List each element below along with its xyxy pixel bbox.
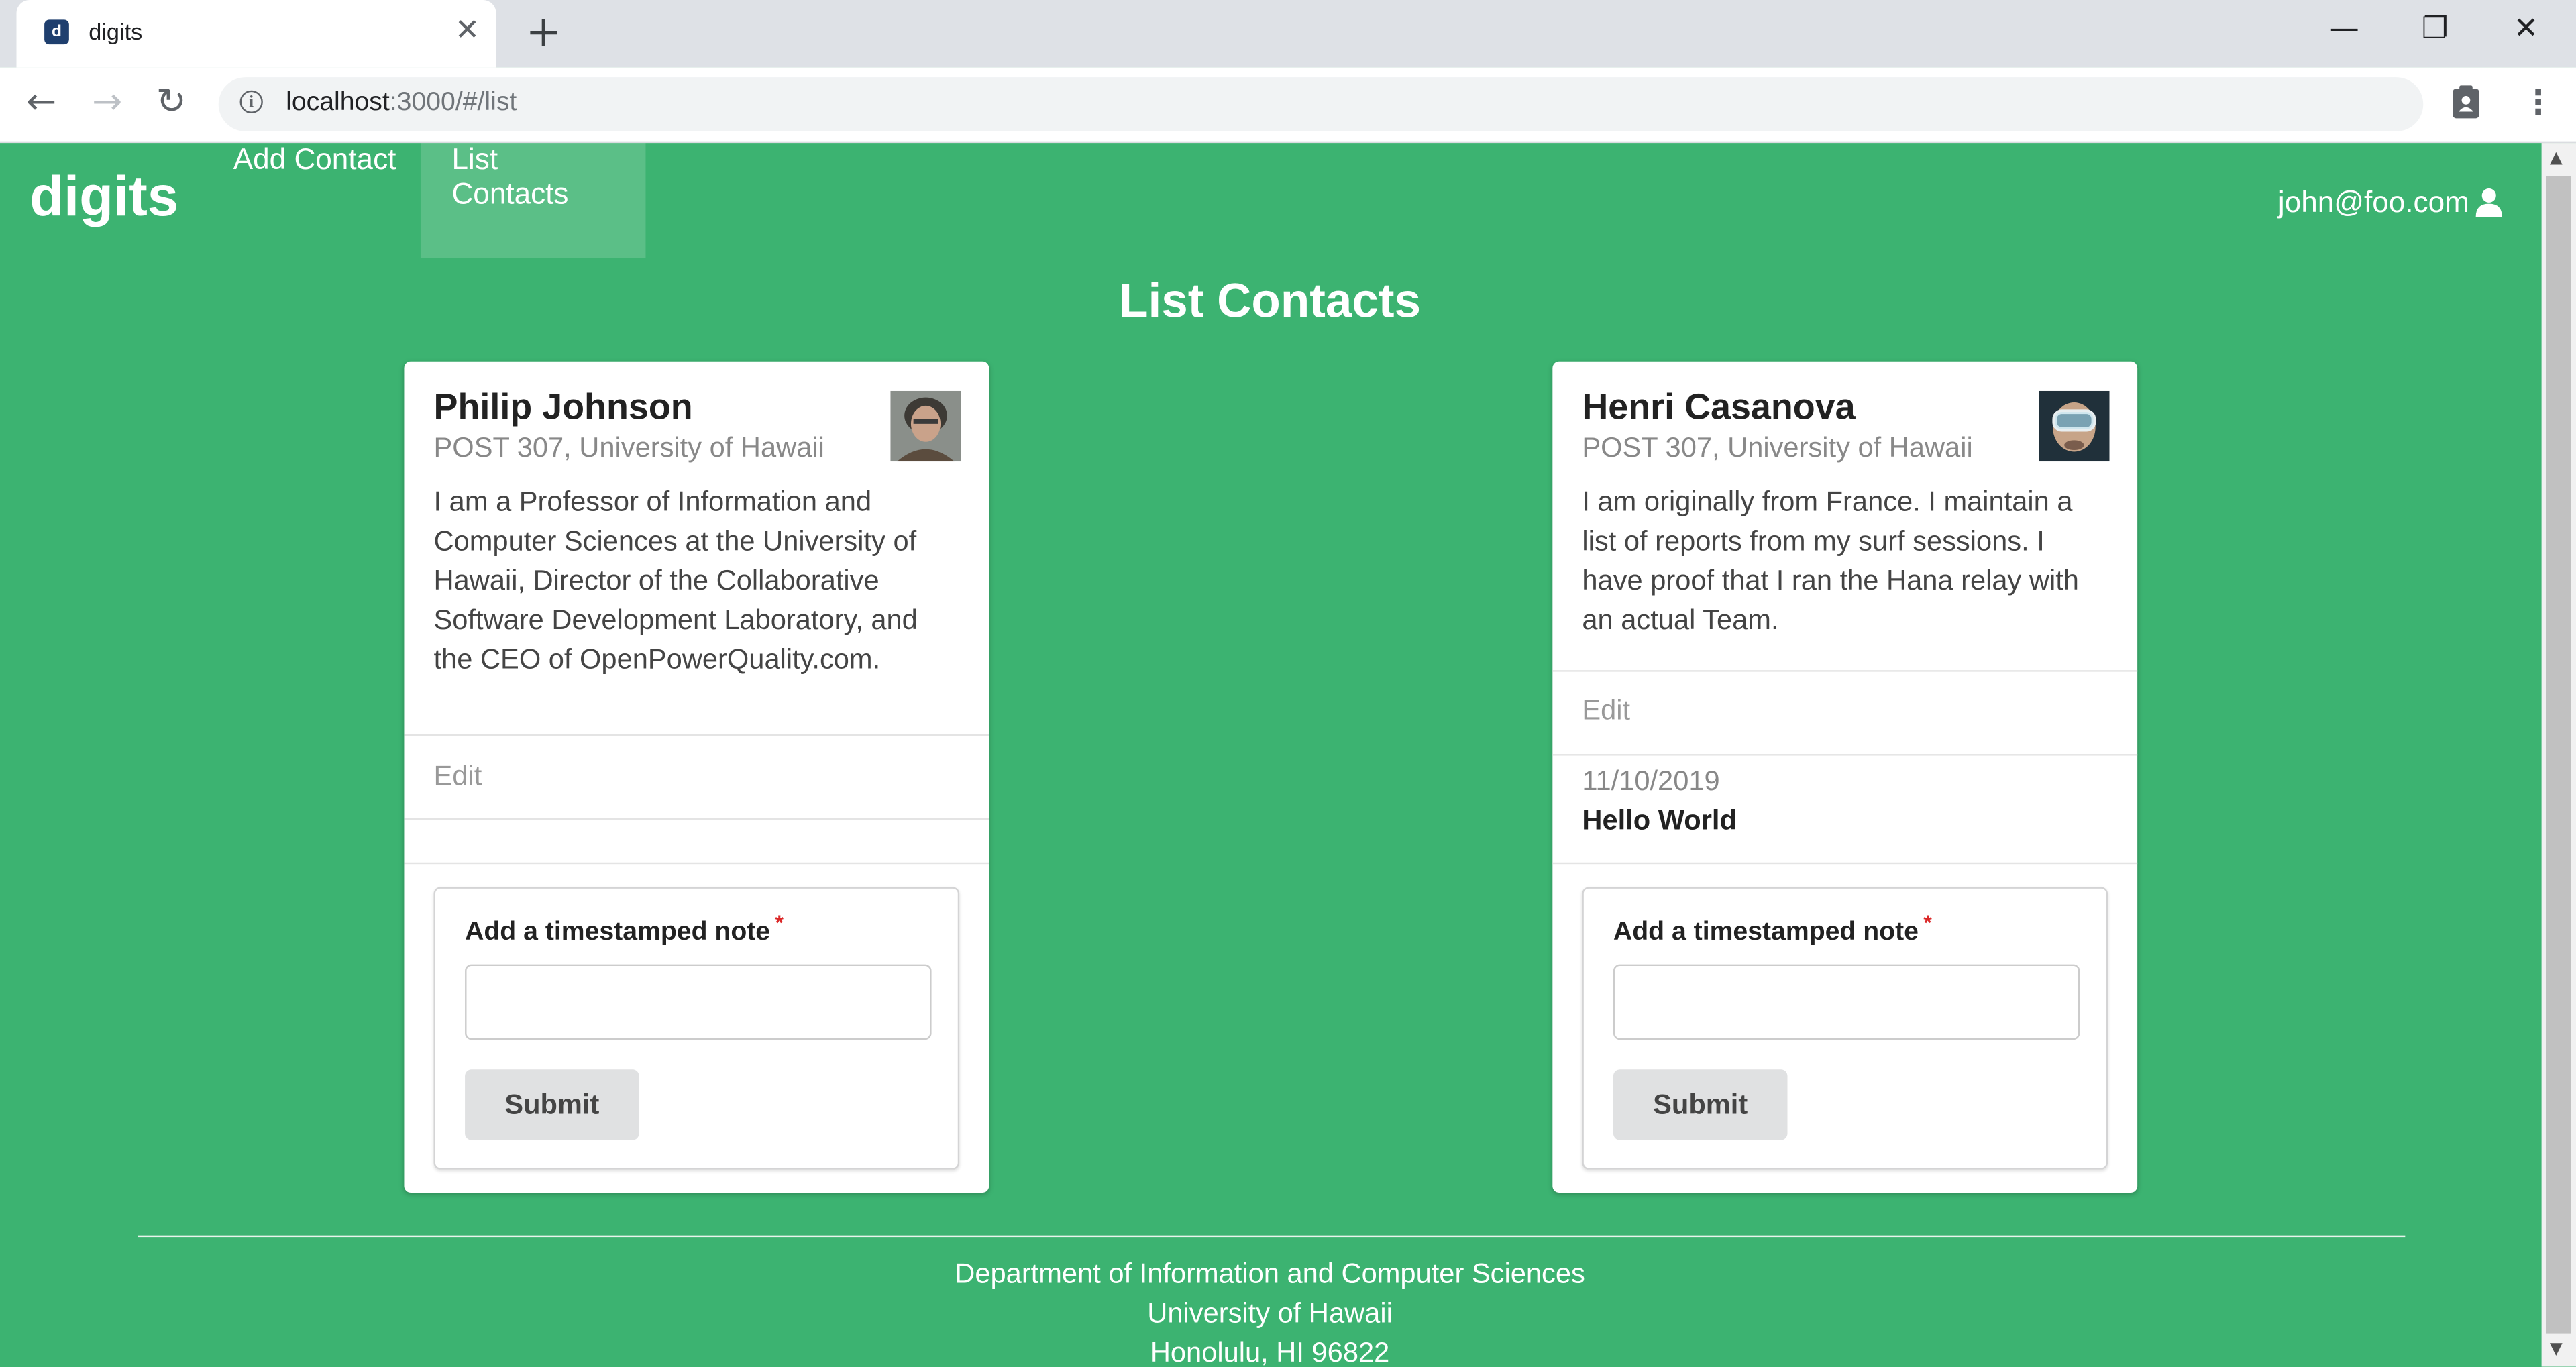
note-text: Hello World [1582,805,1737,836]
note-input[interactable] [465,964,932,1040]
site-info-icon[interactable]: i [239,90,263,113]
close-window-icon[interactable]: ✕ [2514,10,2538,50]
browser-menu-icon[interactable]: ⋮ [2522,84,2555,120]
contact-description: I am originally from France. I maintain … [1582,486,2079,636]
contact-name: Philip Johnson [433,386,693,427]
browser-tab[interactable]: d digits ✕ [16,0,496,68]
footer-line: Department of Information and Computer S… [955,1258,1585,1290]
reload-icon[interactable]: ↻ [156,83,186,123]
nav-list-contacts[interactable]: List Contacts [420,143,646,258]
divider [1552,754,2138,756]
contact-avatar [890,390,961,462]
close-tab-icon[interactable]: ✕ [455,14,480,48]
note-date: 11/10/2019 [1582,765,1720,797]
contact-description: I am a Professor of Information and Comp… [433,486,918,675]
url-text: localhost:3000/#/list [286,89,517,117]
page-title: List Contacts [1119,276,1421,329]
contact-name: Henri Casanova [1582,386,1856,427]
submit-button[interactable]: Submit [1613,1069,1788,1140]
brand-logo[interactable]: digits [30,164,178,230]
edit-link[interactable]: Edit [1582,695,1630,728]
contact-address: POST 307, University of Hawaii [1582,432,1973,463]
new-tab-icon[interactable]: + [526,10,561,56]
required-mark: * [775,910,784,935]
site-favicon-icon: d [44,19,69,45]
footer-line: University of Hawaii [1147,1297,1393,1329]
contact-card: Philip Johnson POST 307, University of H… [404,361,989,1193]
user-email: john@foo.com [2277,185,2469,219]
divider [404,862,989,865]
add-note-form: Add a timestamped note * Submit [1582,887,2108,1170]
divider [404,818,989,820]
footer-divider [138,1235,2406,1238]
restore-icon[interactable]: ❐ [2422,10,2449,50]
user-menu[interactable]: john@foo.com [2278,184,2504,220]
browser-toolbar: ← → ↻ i localhost:3000/#/list [0,67,2576,144]
divider [1552,862,2138,865]
minimize-icon[interactable]: — [2330,10,2359,50]
contact-card: Henri Casanova POST 307, University of H… [1552,361,2138,1193]
address-bar[interactable]: i localhost:3000/#/list [218,77,2424,131]
note-field-label: Add a timestamped note * [465,910,784,946]
submit-button[interactable]: Submit [465,1069,639,1140]
divider [404,734,989,736]
contact-address: POST 307, University of Hawaii [433,432,824,463]
divider [1552,670,2138,672]
footer: Department of Information and Computer S… [0,1255,2540,1367]
browser-tab-bar: d digits ✕ + — ❐ ✕ [0,0,2576,68]
page-scrollbar[interactable]: ▲ ▼ [2541,143,2576,1367]
back-icon[interactable]: ← [26,83,56,123]
note-input[interactable] [1613,964,2080,1040]
scrollbar-thumb[interactable] [2546,176,2571,1334]
edit-link[interactable]: Edit [434,761,482,794]
tab-title: digits [89,17,143,45]
footer-line: Honolulu, HI 96822 [1150,1337,1390,1367]
clipboard-extension-icon[interactable] [2451,84,2481,120]
nav-add-contact[interactable]: Add Contact [202,143,427,258]
add-note-form: Add a timestamped note * Submit [433,887,960,1170]
scroll-up-icon[interactable]: ▲ [2550,150,2563,168]
forward-icon[interactable]: → [92,83,122,123]
required-mark: * [1923,910,1932,935]
note-field-label: Add a timestamped note * [1613,910,1932,946]
contact-avatar [2039,390,2110,462]
scroll-down-icon[interactable]: ▼ [2550,1340,2563,1358]
user-icon [2475,188,2502,217]
app-root: d digits ✕ + — ❐ ✕ ← → ↻ i localhost:300… [0,0,2576,1367]
